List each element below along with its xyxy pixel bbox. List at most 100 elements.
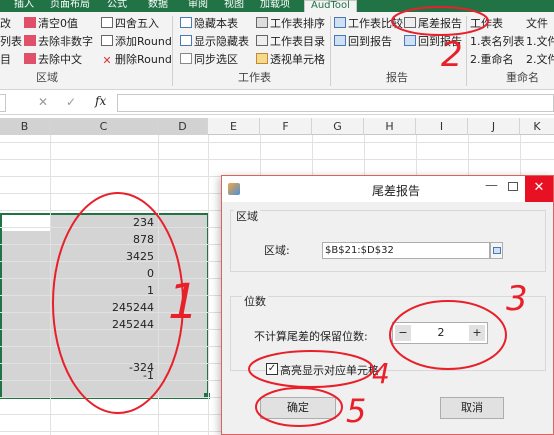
file-rename-button[interactable]: 2.文件 <box>526 52 554 68</box>
highlight-label: 高亮显示对应单元格 <box>280 364 379 377</box>
clear-zero-button[interactable]: 清空0值 <box>24 16 78 32</box>
column-headers: B C D E F G H I J K <box>0 118 554 135</box>
back-to-report-label: 回到报告 <box>348 35 392 48</box>
file-list-button[interactable]: 1.文件 <box>526 34 554 50</box>
region-group-title: 区域 <box>234 208 260 224</box>
gridline-column <box>50 135 51 435</box>
confirm-icon[interactable]: ✓ <box>66 95 76 109</box>
remove-chinese-button[interactable]: 去除中文 <box>24 52 82 68</box>
cell-c-8[interactable] <box>104 333 154 350</box>
eraser-icon <box>24 17 36 28</box>
eraser-icon <box>24 35 36 46</box>
tab-formulas[interactable]: 公式 <box>107 0 127 12</box>
cancel-icon[interactable]: ✕ <box>38 95 48 109</box>
column-header-e[interactable]: E <box>208 118 260 135</box>
tab-addins[interactable]: 加载项 <box>260 0 290 12</box>
sheet-name-list-button[interactable]: 1.表名列表 <box>470 34 525 50</box>
delete-round-button[interactable]: ✕ 删除Round <box>101 52 172 68</box>
sheet-compare-button[interactable]: 工作表比较 <box>334 16 403 32</box>
column-header-i[interactable]: I <box>416 118 468 135</box>
sync-selection-button[interactable]: 同步选区 <box>180 52 238 68</box>
digits-stepper[interactable]: − 2 + <box>392 322 488 344</box>
close-icon[interactable]: ✕ <box>525 176 553 202</box>
highlight-checkbox[interactable]: ✓ <box>266 363 278 375</box>
gridline-column <box>208 135 209 435</box>
delete-round-label: 删除Round <box>115 53 172 66</box>
digits-label: 不计算尾差的保留位数: <box>254 330 368 343</box>
clear-zero-label: 清空0值 <box>38 17 78 30</box>
sheet-sort-button[interactable]: 工作表排序 <box>256 16 325 32</box>
group-label-report: 报告 <box>386 71 408 84</box>
digits-value[interactable]: 2 <box>431 326 451 339</box>
tab-review[interactable]: 审阅 <box>188 0 208 12</box>
cell-c-1[interactable]: 234 <box>104 214 154 231</box>
tail-diff-report-label: 尾差报告 <box>418 17 462 30</box>
cell-c-7[interactable]: 245244 <box>104 316 154 333</box>
dialog-title-bar[interactable]: 尾差报告 — ✕ <box>222 176 553 202</box>
round-label: 四舍五入 <box>115 17 159 30</box>
tab-view[interactable]: 视图 <box>224 0 244 12</box>
ribbon-divider <box>330 16 331 86</box>
cell-c-3[interactable]: 3425 <box>104 248 154 265</box>
tab-insert[interactable]: 插入 <box>14 0 34 12</box>
transparent-cell-button[interactable]: 透视单元格 <box>256 52 325 68</box>
column-header-j[interactable]: J <box>468 118 520 135</box>
sheet-sort-label: 工作表排序 <box>270 17 325 30</box>
remove-chinese-label: 去除中文 <box>38 53 82 66</box>
cell-c-11[interactable]: -1 <box>104 367 154 384</box>
compare-icon <box>334 17 346 28</box>
sheet-rename-button[interactable]: 2.重命名 <box>470 52 514 68</box>
column-header-g[interactable]: G <box>312 118 364 135</box>
range-picker-button[interactable] <box>490 242 503 259</box>
fill-handle[interactable] <box>204 393 210 399</box>
app-icon <box>228 183 240 195</box>
show-hidden-sheet-button[interactable]: 显示隐藏表 <box>180 34 249 50</box>
cell-c-4[interactable]: 0 <box>104 265 154 282</box>
formula-bar: ✕ ✓ fx <box>0 91 554 115</box>
region-label: 区域: <box>264 244 290 257</box>
sheet-toc-button[interactable]: 工作表目录 <box>256 34 325 50</box>
file-rename-header: 文件 <box>526 17 548 30</box>
tab-data[interactable]: 数据 <box>148 0 168 12</box>
sync-selection-label: 同步选区 <box>194 53 238 66</box>
sheet-icon <box>180 35 192 46</box>
decrement-button[interactable]: − <box>395 325 411 341</box>
column-header-h[interactable]: H <box>364 118 416 135</box>
tail-diff-report-button[interactable]: 尾差报告 <box>404 16 462 32</box>
back-to-report-label-2: 回到报告 <box>418 35 462 48</box>
column-header-d[interactable]: D <box>158 118 208 135</box>
round-button[interactable]: 四舍五入 <box>101 16 159 32</box>
hide-sheet-button[interactable]: 隐藏本表 <box>180 16 238 32</box>
checkbox-icon <box>180 53 192 64</box>
minimize-icon[interactable]: — <box>485 178 498 193</box>
remove-non-numeric-button[interactable]: 去除非数字 <box>24 34 93 50</box>
tab-page-layout[interactable]: 页面布局 <box>50 0 90 12</box>
column-header-b[interactable]: B <box>0 118 50 135</box>
ok-button[interactable]: 确定 <box>260 397 336 419</box>
column-header-c[interactable]: C <box>50 118 158 135</box>
ribbon-divider <box>466 16 467 86</box>
column-header-k[interactable]: K <box>520 118 554 135</box>
back-to-report-button[interactable]: 回到报告 <box>334 34 392 50</box>
add-round-button[interactable]: 添加Round <box>101 34 172 50</box>
ribbon: 改 列表 目 清空0值 去除非数字 去除中文 四舍五入 添加Round ✕ 删除R… <box>0 12 554 90</box>
ribbon-item-partial-3[interactable]: 目 <box>0 52 11 68</box>
gridline-row <box>0 159 554 160</box>
cell-icon <box>256 53 268 64</box>
formula-input[interactable] <box>117 94 554 112</box>
ribbon-item-partial-1[interactable]: 改 <box>0 16 11 32</box>
column-header-f[interactable]: F <box>260 118 312 135</box>
cell-c-6[interactable]: 245244 <box>104 299 154 316</box>
tail-diff-report-dialog: 尾差报告 — ✕ 区域 区域: $B$21:$D$32 位数 不计算尾差的保留位… <box>221 175 554 435</box>
ribbon-item-partial-2[interactable]: 列表 <box>0 34 22 50</box>
function-icon[interactable]: fx <box>95 94 106 108</box>
back-to-report-button-2[interactable]: 回到报告 <box>404 34 462 50</box>
region-groupbox <box>230 210 546 272</box>
cell-c-5[interactable]: 1 <box>104 282 154 299</box>
region-input[interactable]: $B$21:$D$32 <box>322 242 490 259</box>
increment-button[interactable]: + <box>469 325 485 341</box>
name-box[interactable] <box>0 94 6 112</box>
cell-c-2[interactable]: 878 <box>104 231 154 248</box>
maximize-icon[interactable] <box>508 182 518 191</box>
cancel-button[interactable]: 取消 <box>440 397 504 419</box>
